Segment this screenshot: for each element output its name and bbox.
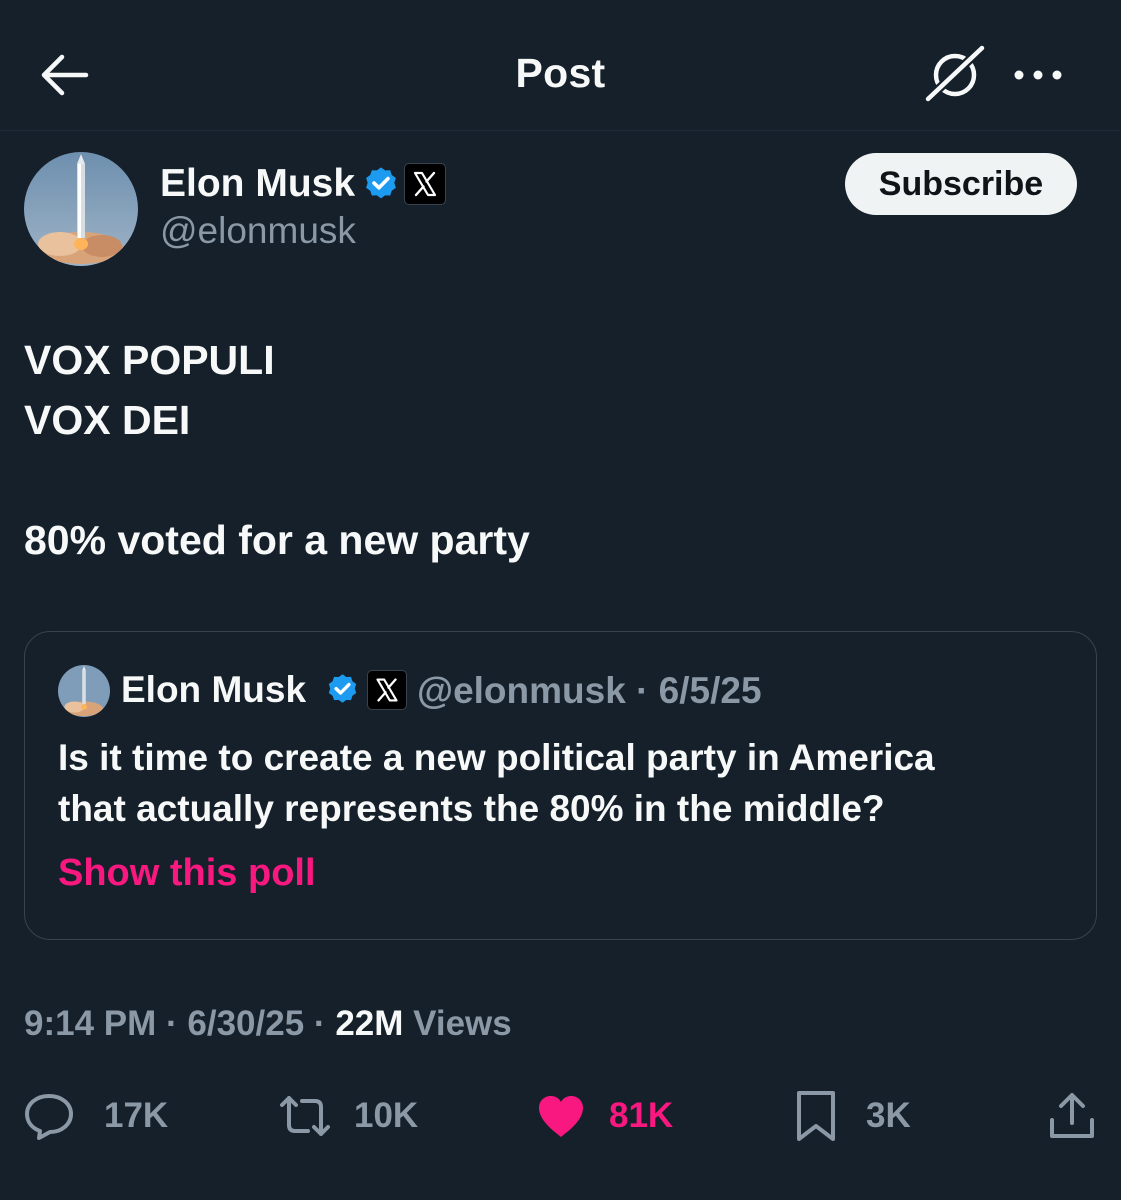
quoted-author-name[interactable]: Elon Musk bbox=[121, 669, 306, 711]
post-text: VOX POPULI VOX DEI 80% voted for a new p… bbox=[24, 330, 1084, 570]
post-line: VOX POPULI bbox=[24, 337, 275, 383]
separator: · bbox=[313, 1004, 326, 1043]
post-time[interactable]: 9:14 PM bbox=[24, 1004, 156, 1043]
post-date[interactable]: 6/30/25 bbox=[187, 1004, 304, 1043]
top-app-bar: Post bbox=[0, 0, 1121, 131]
author-avatar[interactable] bbox=[24, 152, 138, 266]
x-logo-icon[interactable] bbox=[367, 670, 407, 710]
bookmark-icon bbox=[797, 1091, 835, 1141]
share-icon bbox=[1050, 1093, 1094, 1138]
quoted-post[interactable]: Elon Musk @elonmusk · 6/5/25 Is it time … bbox=[24, 631, 1097, 940]
rocket-launch-image bbox=[58, 665, 110, 717]
subscribe-button[interactable]: Subscribe bbox=[845, 153, 1077, 215]
separator: · bbox=[166, 1004, 178, 1043]
post-line: VOX DEI bbox=[24, 397, 191, 443]
x-glyph bbox=[413, 171, 437, 197]
repost-button[interactable]: 10K bbox=[276, 1088, 418, 1144]
rocket-launch-image bbox=[24, 152, 138, 266]
views-label: Views bbox=[413, 1004, 512, 1043]
grok-icon bbox=[923, 43, 987, 104]
more-options-button[interactable] bbox=[1008, 58, 1068, 92]
bookmark-button[interactable]: 3K bbox=[792, 1088, 911, 1144]
reply-icon bbox=[25, 1094, 73, 1140]
reply-count: 17K bbox=[104, 1096, 169, 1135]
post-metadata: 9:14 PM · 6/30/25 · 22M Views bbox=[24, 1004, 512, 1044]
author-name[interactable]: Elon Musk bbox=[160, 162, 355, 206]
repost-icon bbox=[280, 1096, 330, 1136]
quoted-post-text: Is it time to create a new political par… bbox=[58, 732, 1058, 834]
verified-badge-icon bbox=[328, 674, 357, 703]
post-line: 80% voted for a new party bbox=[24, 517, 530, 563]
verified-badge-icon bbox=[366, 167, 396, 199]
reply-button[interactable]: 17K bbox=[22, 1088, 168, 1144]
show-poll-link[interactable]: Show this poll bbox=[58, 852, 316, 895]
quoted-text-line: Is it time to create a new political par… bbox=[58, 737, 935, 778]
heart-icon bbox=[539, 1096, 583, 1137]
quoted-handle-date: @elonmusk · 6/5/25 bbox=[417, 670, 762, 711]
quoted-author-avatar[interactable] bbox=[58, 665, 110, 717]
views-count: 22M bbox=[335, 1004, 404, 1043]
grok-button[interactable] bbox=[922, 43, 987, 104]
bookmark-count: 3K bbox=[866, 1096, 911, 1135]
x-glyph bbox=[376, 678, 398, 702]
share-button[interactable] bbox=[1046, 1088, 1098, 1144]
more-horizontal-icon bbox=[1014, 70, 1062, 80]
repost-count: 10K bbox=[354, 1096, 419, 1135]
quoted-text-line: that actually represents the 80% in the … bbox=[58, 788, 885, 829]
author-handle[interactable]: @elonmusk bbox=[160, 210, 356, 252]
post-line bbox=[24, 450, 1084, 510]
like-button[interactable]: 81K bbox=[535, 1088, 673, 1144]
x-logo-icon[interactable] bbox=[404, 163, 446, 205]
like-count: 81K bbox=[609, 1096, 674, 1135]
